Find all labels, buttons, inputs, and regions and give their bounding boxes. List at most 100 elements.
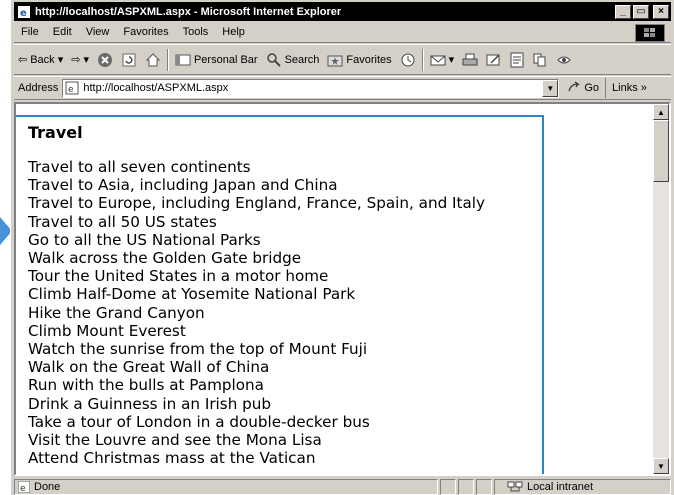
address-label: Address bbox=[18, 82, 59, 94]
favorites-icon bbox=[327, 55, 343, 66]
list-item: Walk across the Golden Gate bridge bbox=[28, 249, 302, 268]
menu-help[interactable]: Help bbox=[215, 26, 252, 38]
toolbar-separator bbox=[166, 48, 169, 71]
scroll-down-button[interactable]: ▼ bbox=[653, 458, 669, 474]
discuss-button[interactable] bbox=[506, 52, 528, 68]
svg-text:e: e bbox=[20, 484, 26, 493]
security-zone: Local intranet bbox=[494, 478, 671, 495]
print-button[interactable] bbox=[458, 53, 482, 67]
search-button[interactable]: Search bbox=[262, 52, 324, 68]
stop-button[interactable] bbox=[93, 52, 117, 68]
status-panel bbox=[440, 478, 456, 495]
page-icon: e bbox=[65, 81, 79, 95]
menu-tools[interactable]: Tools bbox=[176, 26, 216, 38]
home-button[interactable] bbox=[141, 52, 165, 68]
toolbar-separator bbox=[421, 48, 424, 71]
address-input[interactable]: e http://localhost/ASPXML.aspx ▼ bbox=[62, 78, 560, 98]
list-item: Take a tour of London in a double-decker… bbox=[28, 412, 370, 431]
chevron-down-icon: ▼ bbox=[546, 83, 555, 93]
svg-text:e: e bbox=[68, 85, 74, 95]
list-item: Go to all the US National Parks bbox=[28, 230, 261, 249]
links-button[interactable]: Links » bbox=[605, 78, 647, 98]
chevron-down-icon: ▾ bbox=[57, 54, 64, 66]
status-bar: e Done Local intranet bbox=[14, 478, 671, 495]
edit-icon bbox=[486, 53, 500, 65]
search-icon bbox=[266, 52, 281, 67]
address-dropdown-button[interactable]: ▼ bbox=[542, 79, 559, 97]
address-bar: Address e http://localhost/ASPXML.aspx ▼… bbox=[14, 76, 671, 100]
go-button[interactable]: Go bbox=[559, 81, 605, 95]
scroll-thumb[interactable] bbox=[653, 120, 669, 182]
browser-window: e http://localhost/ASPXML.aspx - Microso… bbox=[10, 0, 674, 495]
menu-favorites[interactable]: Favorites bbox=[116, 26, 175, 38]
page-viewport[interactable]: Travel Travel to all seven continents Tr… bbox=[14, 102, 671, 476]
title-bar[interactable]: e http://localhost/ASPXML.aspx - Microso… bbox=[14, 2, 671, 21]
mail-icon bbox=[430, 55, 446, 65]
back-arrow-icon: ⇦ bbox=[18, 54, 28, 66]
ie-page-icon: e bbox=[16, 5, 32, 19]
travel-list: Travel to all seven continents Travel to… bbox=[28, 158, 542, 467]
search-label: Search bbox=[284, 53, 320, 66]
maximize-button[interactable]: ▭ bbox=[633, 4, 649, 19]
list-item: Attend Christmas mass at the Vatican bbox=[28, 449, 316, 468]
research-button[interactable] bbox=[552, 53, 576, 67]
status-text: Done bbox=[34, 480, 61, 493]
research-icon bbox=[557, 56, 571, 63]
list-item: Visit the Louvre and see the Mona Lisa bbox=[28, 431, 322, 450]
status-panel bbox=[476, 478, 492, 495]
list-item: Climb Mount Everest bbox=[28, 321, 186, 340]
messenger-icon bbox=[533, 53, 546, 66]
status-text-area: e Done bbox=[14, 478, 438, 495]
back-label: Back bbox=[30, 53, 55, 66]
list-item: Travel to Europe, including England, Fra… bbox=[28, 194, 486, 213]
forward-arrow-icon: ⇨ bbox=[71, 54, 81, 66]
chevron-down-icon: ▾ bbox=[448, 54, 455, 66]
page-title: Travel bbox=[28, 123, 83, 142]
edit-button[interactable] bbox=[482, 53, 506, 67]
list-item: Walk on the Great Wall of China bbox=[28, 358, 270, 377]
menu-view[interactable]: View bbox=[79, 26, 117, 38]
vertical-scrollbar[interactable]: ▲ ▼ bbox=[653, 104, 669, 474]
chevron-down-icon: ▾ bbox=[83, 54, 89, 66]
minimize-button[interactable]: _ bbox=[615, 4, 631, 19]
discuss-icon bbox=[510, 52, 524, 67]
zone-label: Local intranet bbox=[527, 480, 594, 493]
menu-bar: File Edit View Favorites Tools Help bbox=[14, 22, 671, 43]
svg-text:e: e bbox=[20, 8, 27, 19]
home-icon bbox=[145, 52, 161, 66]
list-item: Run with the bulls at Pamplona bbox=[28, 376, 264, 395]
refresh-icon bbox=[122, 53, 136, 66]
forward-button[interactable]: ⇨ ▾ bbox=[67, 53, 93, 66]
list-item: Climb Half-Dome at Yosemite National Par… bbox=[28, 285, 356, 304]
list-item: Watch the sunrise from the top of Mount … bbox=[28, 340, 368, 359]
favorites-label: Favorites bbox=[346, 53, 392, 66]
list-item: Travel to Asia, including Japan and Chin… bbox=[28, 176, 338, 195]
list-item: Travel to all seven continents bbox=[28, 158, 251, 176]
back-button[interactable]: ⇦ Back ▾ bbox=[14, 53, 67, 67]
address-url: http://localhost/ASPXML.aspx bbox=[83, 82, 229, 94]
windows-logo-icon bbox=[635, 24, 665, 42]
list-item: Travel to all 50 US states bbox=[28, 212, 217, 231]
intranet-icon bbox=[507, 481, 523, 491]
personal-bar-label: Personal Bar bbox=[193, 53, 258, 66]
list-item: Hike the Grand Canyon bbox=[28, 303, 205, 322]
mail-button[interactable]: ▾ bbox=[426, 53, 459, 67]
menu-file[interactable]: File bbox=[14, 26, 46, 38]
history-icon bbox=[401, 53, 415, 66]
personal-bar-icon bbox=[175, 54, 191, 65]
list-item: Tour the United States in a motor home bbox=[28, 267, 329, 286]
refresh-button[interactable] bbox=[117, 52, 141, 68]
content-frame: Travel Travel to all seven continents Tr… bbox=[16, 115, 544, 474]
favorites-button[interactable]: Favorites bbox=[323, 53, 395, 67]
go-label: Go bbox=[584, 82, 600, 94]
history-button[interactable] bbox=[396, 52, 420, 68]
personal-bar-button[interactable]: Personal Bar bbox=[171, 53, 262, 67]
print-icon bbox=[462, 53, 478, 65]
messenger-button[interactable] bbox=[528, 52, 552, 68]
close-button[interactable]: × bbox=[653, 4, 669, 19]
standard-toolbar: ⇦ Back ▾ ⇨ ▾ Personal Bar Search Favorit… bbox=[14, 44, 671, 75]
menu-edit[interactable]: Edit bbox=[46, 26, 79, 38]
scroll-up-button[interactable]: ▲ bbox=[653, 104, 669, 120]
status-panel bbox=[458, 478, 474, 495]
go-arrow-icon bbox=[568, 81, 581, 92]
